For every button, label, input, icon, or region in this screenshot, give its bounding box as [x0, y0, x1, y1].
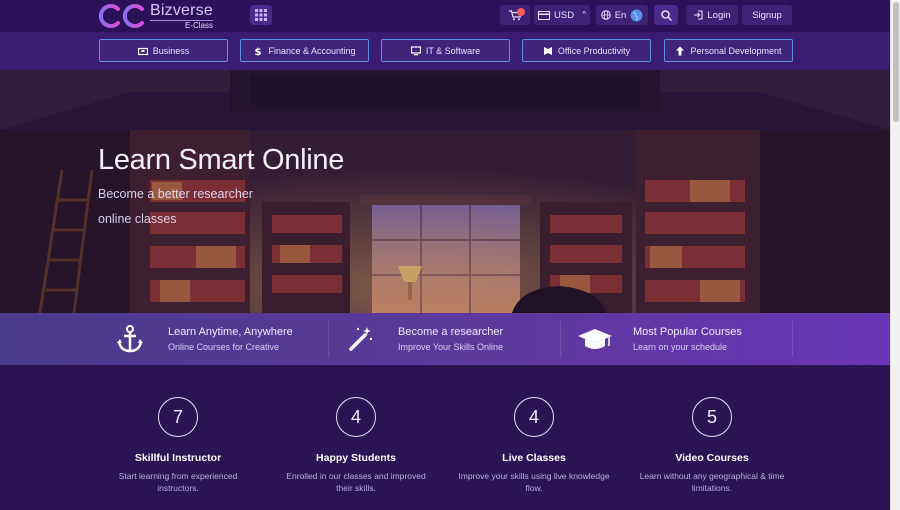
- currency-selector[interactable]: USD ^: [534, 5, 590, 25]
- dollar-icon: $: [255, 47, 262, 56]
- globe-icon: [600, 10, 611, 20]
- feature-title: Learn Anytime, Anywhere: [168, 326, 293, 338]
- feature-title: Become a researcher: [398, 326, 504, 338]
- page-scrollbar[interactable]: [890, 0, 900, 510]
- logo-mark-icon: [98, 4, 144, 28]
- stat-video-courses: 5 Video Courses Learn without any geogra…: [623, 397, 801, 494]
- monitor-icon: [410, 45, 421, 55]
- cart-badge: [517, 8, 525, 16]
- signup-label: Signup: [752, 9, 782, 21]
- signup-button[interactable]: Signup: [742, 5, 792, 25]
- hero-subtitle-line2: online classes: [98, 212, 177, 226]
- category-nav: Business $ Finance & Accounting IT & Sof…: [0, 32, 890, 70]
- scrollbar-thumb[interactable]: [893, 2, 899, 122]
- category-label: Business: [152, 45, 190, 56]
- currency-label: USD: [554, 9, 575, 21]
- stat-skillful-instructor: 7 Skillful Instructor Start learning fro…: [89, 397, 267, 494]
- apps-grid-button[interactable]: [250, 5, 272, 25]
- brand-text: Bizverse E-Class: [150, 1, 213, 30]
- category-business[interactable]: Business: [99, 39, 228, 62]
- hero-subtitle-line1: Become a better researcher: [98, 187, 253, 201]
- login-icon: [694, 10, 703, 20]
- world-flag-icon: [630, 9, 643, 21]
- briefcase-icon: [137, 47, 148, 55]
- search-button[interactable]: [654, 5, 678, 25]
- page: Bizverse E-Class USD ^ En Login Signup B…: [0, 0, 890, 510]
- stat-count: 4: [514, 397, 554, 437]
- stat-title: Happy Students: [316, 452, 396, 464]
- feature-subtitle: Learn on your schedule: [633, 342, 728, 352]
- feature-divider: [792, 321, 793, 357]
- cart-button[interactable]: [500, 5, 530, 25]
- category-label: Finance & Accounting: [268, 45, 356, 56]
- stat-count: 5: [692, 397, 732, 437]
- hero-banner: Learn Smart Online Become a better resea…: [0, 70, 890, 313]
- category-personal-development[interactable]: Personal Development: [664, 39, 793, 62]
- magic-wand-icon: [340, 319, 380, 359]
- grid-icon: [255, 9, 267, 21]
- category-label: Office Productivity: [557, 45, 631, 56]
- feature-divider: [560, 321, 561, 357]
- graduation-cap-icon: [575, 319, 615, 359]
- top-bar: Bizverse E-Class USD ^ En Login Signup: [0, 0, 890, 32]
- category-office-productivity[interactable]: Office Productivity: [522, 39, 651, 62]
- money-icon: [538, 10, 550, 20]
- feature-subtitle: Online Courses for Creative: [168, 342, 280, 352]
- feature-item: Become a researcher Improve Your Skills …: [340, 313, 503, 365]
- stat-live-classes: 4 Live Classes Improve your skills using…: [445, 397, 623, 494]
- language-label: En: [614, 9, 627, 21]
- stat-happy-students: 4 Happy Students Enrolled in our classes…: [267, 397, 445, 494]
- feature-item: Most Popular Courses Learn on your sched…: [575, 313, 742, 365]
- hero-title: Learn Smart Online: [98, 144, 345, 176]
- stats-section: 7 Skillful Instructor Start learning fro…: [0, 365, 890, 510]
- chevron-up-icon: ^: [582, 10, 586, 19]
- category-label: IT & Software: [425, 45, 481, 56]
- svg-text:$: $: [255, 47, 262, 56]
- feature-item: Learn Anytime, Anywhere Online Courses f…: [110, 313, 293, 365]
- stat-description: Improve your skills using live knowledge…: [458, 471, 610, 493]
- category-label: Personal Development: [690, 45, 782, 56]
- anchor-icon: [110, 319, 150, 359]
- stat-title: Video Courses: [675, 452, 749, 464]
- site-logo[interactable]: Bizverse E-Class: [98, 2, 213, 30]
- feature-divider: [328, 321, 329, 357]
- category-finance[interactable]: $ Finance & Accounting: [240, 39, 369, 62]
- office-icon: [543, 46, 552, 55]
- search-icon: [660, 9, 672, 21]
- login-button[interactable]: Login: [686, 5, 738, 25]
- stat-count: 7: [158, 397, 198, 437]
- arrow-up-icon: [676, 46, 685, 55]
- category-it-software[interactable]: IT & Software: [381, 39, 510, 62]
- stat-description: Learn without any geographical & time li…: [639, 471, 785, 493]
- stat-title: Live Classes: [502, 452, 566, 464]
- brand-name: Bizverse: [150, 1, 213, 19]
- stat-count: 4: [336, 397, 376, 437]
- stat-title: Skillful Instructor: [134, 452, 222, 464]
- feature-title: Most Popular Courses: [633, 326, 742, 338]
- stat-description: Enrolled in our classes and improved the…: [286, 471, 426, 493]
- features-strip: Learn Anytime, Anywhere Online Courses f…: [0, 313, 890, 365]
- language-selector[interactable]: En: [596, 5, 648, 25]
- login-label: Login: [707, 9, 731, 21]
- feature-subtitle: Improve Your Skills Online: [398, 342, 504, 352]
- brand-subtitle: E-Class: [150, 19, 213, 30]
- stat-description: Start learning from experienced instruct…: [118, 471, 238, 493]
